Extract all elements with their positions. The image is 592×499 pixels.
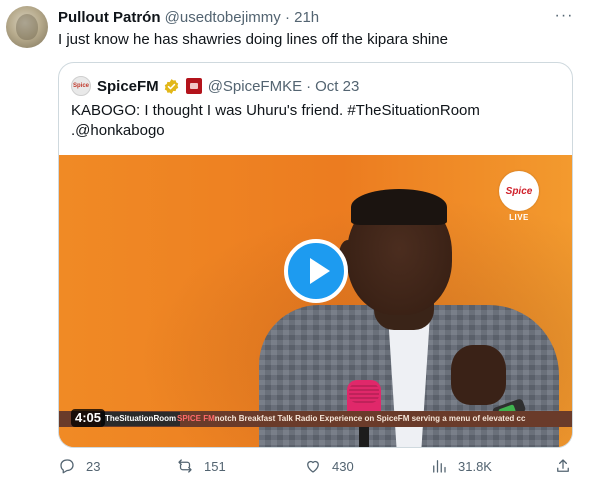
like-count: 430	[332, 458, 354, 474]
ticker-message: notch Breakfast Talk Radio Experience on…	[214, 414, 526, 423]
video-subject	[239, 185, 569, 447]
header-separator: ·	[284, 9, 290, 26]
quoted-avatar[interactable]: Spice	[71, 76, 91, 96]
retweet-icon	[178, 459, 192, 473]
video-duration: 4:05	[71, 409, 106, 427]
like-button[interactable]: 430	[304, 456, 354, 476]
share-icon	[557, 459, 569, 472]
channel-logo: Spice	[499, 171, 539, 211]
retweet-button[interactable]: 151	[176, 456, 226, 476]
quoted-author-handle[interactable]: @SpiceFMKE	[208, 78, 302, 95]
views-icon	[433, 460, 446, 473]
ticker-tag: TheSituationRoom	[101, 412, 181, 426]
like-icon	[307, 460, 319, 473]
more-icon[interactable]: ···	[553, 8, 575, 28]
retweet-count: 151	[204, 458, 226, 474]
author-avatar[interactable]	[6, 6, 48, 48]
author-name[interactable]: Pullout Patrón	[58, 9, 161, 26]
quoted-text: KABOGO: I thought I was Uhuru's friend. …	[71, 101, 551, 141]
live-label: LIVE	[509, 213, 529, 222]
share-button[interactable]	[554, 456, 582, 476]
tweet-header: Pullout Patrón @usedtobejimmy · 21h	[58, 8, 319, 28]
quoted-date[interactable]: Oct 23	[315, 78, 359, 95]
ticker-brand: SPICE FM	[177, 414, 215, 423]
quoted-text-line2: .@honkabogo	[71, 122, 165, 139]
quoted-text-line1: KABOGO: I thought I was Uhuru's friend. …	[71, 102, 480, 119]
tweet-time[interactable]: 21h	[294, 9, 319, 26]
ticker-text: SPICE FMnotch Breakfast Talk Radio Exper…	[177, 412, 567, 426]
quoted-avatar-text: Spice	[72, 83, 89, 89]
tweet-text: I just know he has shawries doing lines …	[58, 31, 448, 48]
tweet[interactable]: Pullout Patrón @usedtobejimmy · 21h ··· …	[0, 0, 592, 499]
verified-gold-icon	[164, 78, 178, 94]
action-bar: 23 151 430 31.8K	[58, 456, 578, 476]
play-icon[interactable]	[284, 239, 348, 303]
quoted-tweet[interactable]: Spice SpiceFM @SpiceFMKE · Oct 23 KABOGO…	[58, 62, 573, 448]
quoted-header: Spice SpiceFM @SpiceFMKE · Oct 23	[71, 75, 359, 97]
author-handle[interactable]: @usedtobejimmy	[165, 9, 281, 26]
reply-count: 23	[86, 458, 101, 474]
microphone-mesh	[349, 383, 379, 403]
quoted-separator: ·	[306, 77, 312, 95]
hair	[351, 189, 447, 225]
video-player[interactable]: Spice LIVE TheSituationRoom SPICE FMnotc…	[59, 155, 572, 447]
views-button[interactable]: 31.8K	[430, 456, 492, 476]
reply-icon	[60, 459, 74, 474]
affiliate-badge-icon	[185, 78, 202, 94]
reply-button[interactable]: 23	[58, 456, 100, 476]
quoted-author-name[interactable]: SpiceFM	[97, 78, 159, 95]
hand	[451, 345, 506, 405]
views-count: 31.8K	[458, 458, 492, 474]
channel-logo-text: Spice	[505, 185, 533, 197]
